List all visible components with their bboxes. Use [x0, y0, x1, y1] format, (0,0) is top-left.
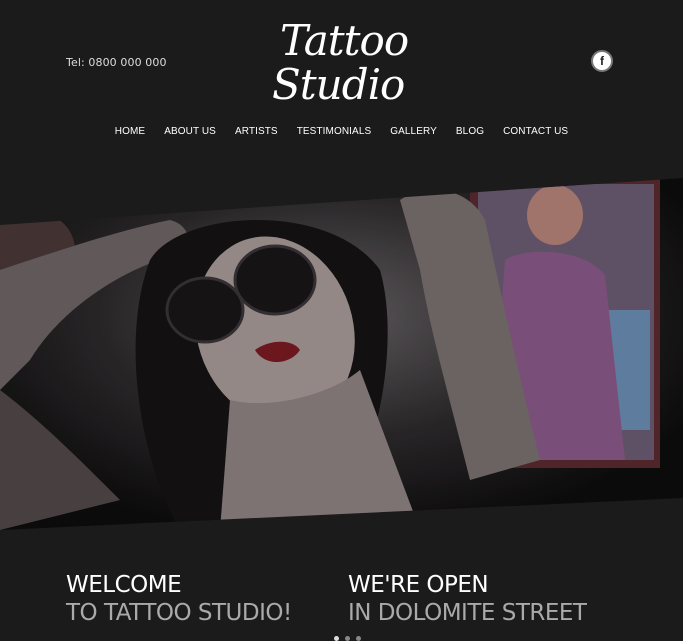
site-header: Tel: 0800 000 000 Tattoo Studio f HOME A…	[0, 0, 683, 160]
nav-item-about-us[interactable]: ABOUT US	[164, 126, 216, 137]
main-nav: HOME ABOUT US ARTISTS TESTIMONIALS GALLE…	[0, 126, 683, 137]
slider-dot-2[interactable]	[345, 636, 350, 641]
slider-dots	[334, 636, 361, 641]
welcome-title: WELCOME	[66, 572, 182, 598]
facebook-icon[interactable]: f	[591, 50, 613, 72]
nav-item-contact-us[interactable]: CONTACT US	[503, 126, 568, 137]
site-logo[interactable]: Tattoo Studio	[262, 12, 422, 112]
slider-dot-1[interactable]	[334, 636, 339, 641]
open-title: WE'RE OPEN	[348, 572, 489, 598]
open-subtitle: IN DOLOMITE STREET	[348, 600, 587, 626]
phone-number[interactable]: Tel: 0800 000 000	[66, 56, 167, 69]
welcome-subtitle: TO TATTOO STUDIO!	[66, 600, 292, 626]
slider-dot-3[interactable]	[356, 636, 361, 641]
welcome-heading: WELCOME TO TATTOO STUDIO!	[66, 572, 292, 628]
nav-item-gallery[interactable]: GALLERY	[390, 126, 437, 137]
hero-slider[interactable]	[0, 160, 683, 641]
logo-line-2: Studio	[272, 60, 405, 109]
logo-line-1: Tattoo	[280, 16, 409, 65]
nav-item-blog[interactable]: BLOG	[456, 126, 484, 137]
nav-item-testimonials[interactable]: TESTIMONIALS	[297, 126, 372, 137]
hero-image	[0, 178, 683, 530]
nav-item-artists[interactable]: ARTISTS	[235, 126, 278, 137]
nav-item-home[interactable]: HOME	[115, 126, 145, 137]
open-heading: WE'RE OPEN IN DOLOMITE STREET	[348, 572, 587, 628]
facebook-glyph: f	[600, 54, 604, 68]
